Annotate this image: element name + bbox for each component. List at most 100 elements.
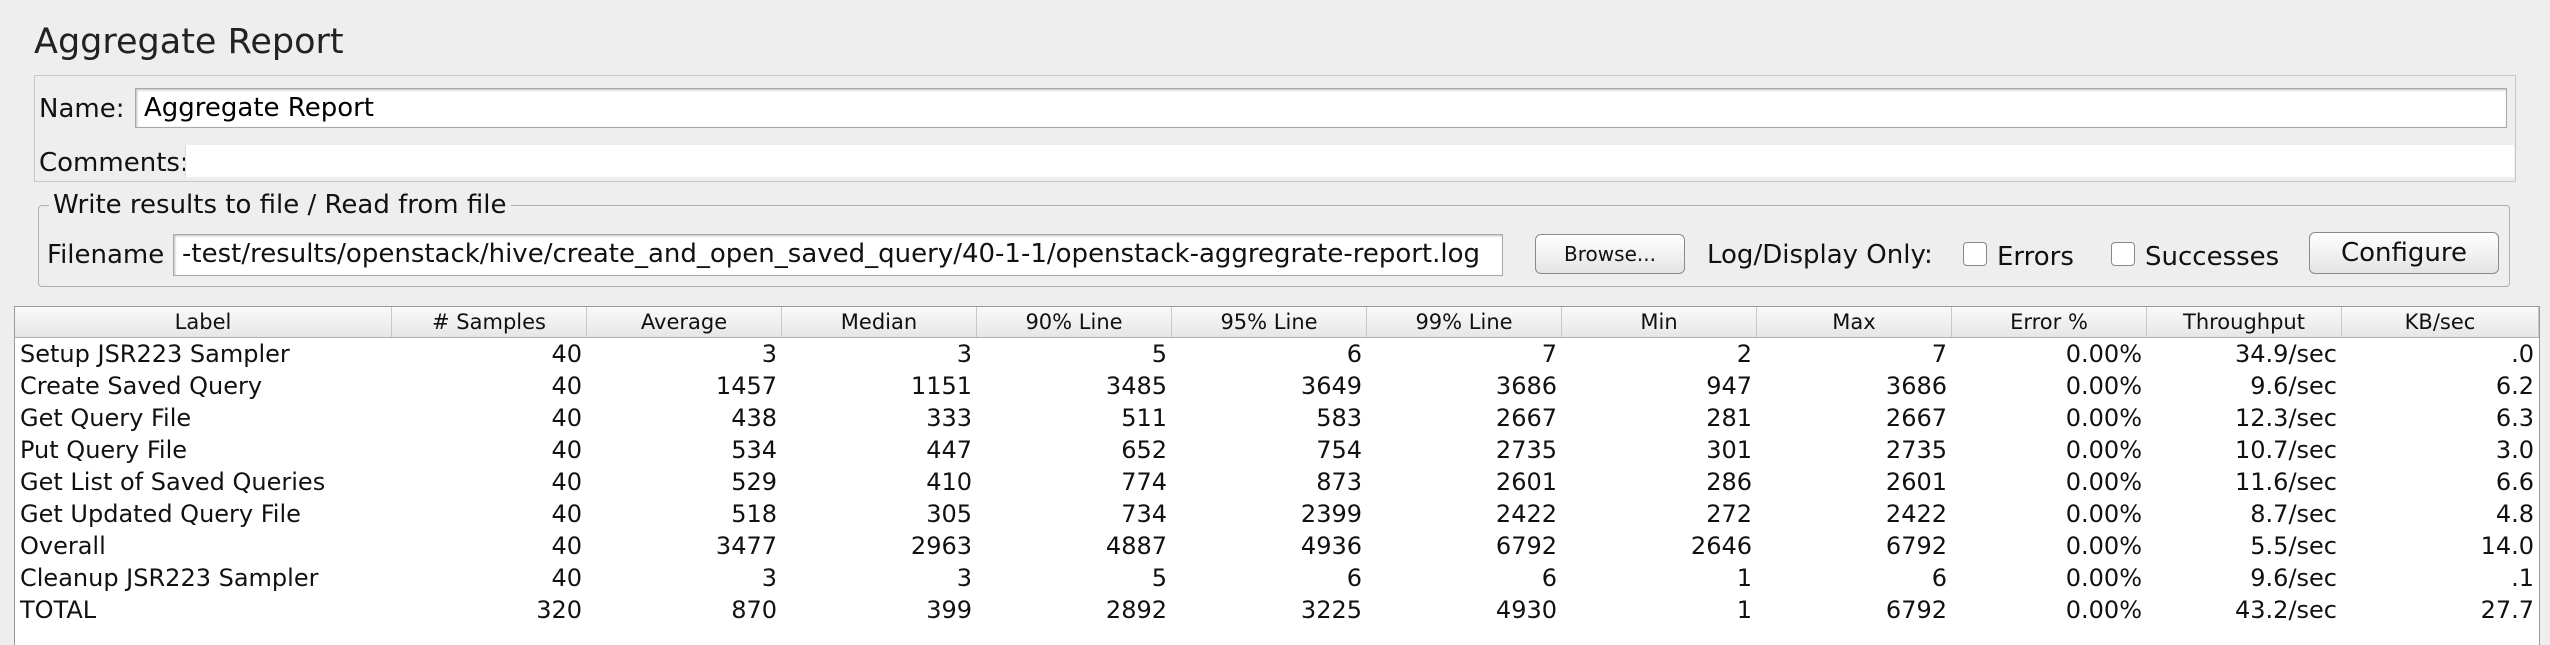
table-cell: 3477 <box>715 532 777 560</box>
row-label-cell: Get List of Saved Queries <box>20 468 326 496</box>
table-cell: 281 <box>1706 404 1752 432</box>
table-cell: 583 <box>1316 404 1362 432</box>
table-cell: 0.00% <box>2065 596 2142 624</box>
table-cell: 4.8 <box>2495 500 2534 528</box>
table-cell: 6.2 <box>2495 372 2534 400</box>
log-display-label: Log/Display Only: <box>1707 240 1933 270</box>
table-cell: 9.6/sec <box>2250 372 2337 400</box>
table-cell: 2735 <box>1885 436 1947 464</box>
table-cell: 754 <box>1316 436 1362 464</box>
table-cell: 40 <box>551 436 582 464</box>
table-cell: 40 <box>551 468 582 496</box>
table-cell: 6.6 <box>2495 468 2534 496</box>
column-header[interactable]: 90% Line <box>977 307 1172 337</box>
name-input[interactable] <box>135 88 2507 128</box>
row-label-cell: Setup JSR223 Sampler <box>20 340 290 368</box>
table-cell: 3649 <box>1300 372 1362 400</box>
column-header[interactable]: Label <box>15 307 392 337</box>
column-header[interactable]: # Samples <box>392 307 587 337</box>
column-header[interactable]: Median <box>782 307 977 337</box>
column-header[interactable]: 95% Line <box>1172 307 1367 337</box>
table-cell: 40 <box>551 340 582 368</box>
table-cell: 2601 <box>1495 468 1557 496</box>
table-row[interactable]: Put Query File 40 534 447 652 754 2735 301 2735 0… <box>15 434 2539 466</box>
table-header: Label # Samples Average Median 90% Line 95% L… <box>15 307 2539 338</box>
table-cell: 7 <box>1931 340 1947 368</box>
table-cell: 3686 <box>1885 372 1947 400</box>
row-label-cell: Overall <box>20 532 106 560</box>
table-row[interactable]: TOTAL 320 870 399 2892 3225 4930 1 6792 0.00% 43.2… <box>15 594 2539 626</box>
table-cell: 40 <box>551 500 582 528</box>
column-header[interactable]: Throughput <box>2147 307 2342 337</box>
table-cell: 320 <box>536 596 582 624</box>
table-cell: 0.00% <box>2065 532 2142 560</box>
column-header[interactable]: KB/sec <box>2342 307 2539 337</box>
table-cell: 2667 <box>1885 404 1947 432</box>
table-body: Setup JSR223 Sampler 40 3 3 5 6 7 2 7 0.00% 34.9/s… <box>15 338 2539 626</box>
table-cell: 3 <box>761 564 777 592</box>
table-cell: 2 <box>1736 340 1752 368</box>
table-cell: 2646 <box>1690 532 1752 560</box>
table-cell: 0.00% <box>2065 436 2142 464</box>
table-cell: 286 <box>1706 468 1752 496</box>
table-cell: 34.9/sec <box>2235 340 2337 368</box>
browse-button[interactable]: Browse... <box>1535 234 1685 274</box>
table-cell: 2422 <box>1885 500 1947 528</box>
column-header[interactable]: Min <box>1562 307 1757 337</box>
table-cell: 8.7/sec <box>2250 500 2337 528</box>
table-row[interactable]: Get List of Saved Queries 40 529 410 774 873 2… <box>15 466 2539 498</box>
table-cell: 0.00% <box>2065 404 2142 432</box>
column-header[interactable]: Max <box>1757 307 1952 337</box>
table-row[interactable]: Get Query File 40 438 333 511 583 2667 281 2667 0… <box>15 402 2539 434</box>
comments-input[interactable] <box>185 145 2514 177</box>
table-cell: 1 <box>1736 596 1752 624</box>
table-row[interactable]: Create Saved Query 40 1457 1151 3485 3649 3686… <box>15 370 2539 402</box>
table-cell: 529 <box>731 468 777 496</box>
table-cell: 6 <box>1541 564 1557 592</box>
name-comments-panel: Name: Comments: <box>34 75 2516 182</box>
table-cell: 534 <box>731 436 777 464</box>
table-cell: 1151 <box>910 372 972 400</box>
file-panel-legend: Write results to file / Read from file <box>49 190 511 220</box>
row-label-cell: Create Saved Query <box>20 372 263 400</box>
table-cell: 2667 <box>1495 404 1557 432</box>
column-header[interactable]: Average <box>587 307 782 337</box>
filename-label: Filename <box>47 240 165 270</box>
table-cell: 774 <box>1121 468 1167 496</box>
table-cell: 6 <box>1346 564 1362 592</box>
table-cell: 301 <box>1706 436 1752 464</box>
table-cell: 5 <box>1151 564 1167 592</box>
table-cell: 6.3 <box>2495 404 2534 432</box>
table-cell: .0 <box>2511 340 2534 368</box>
row-label-cell: Get Query File <box>20 404 192 432</box>
filename-input[interactable]: -test/results/openstack/hive/create_and_… <box>173 234 1503 276</box>
table-row[interactable]: Cleanup JSR223 Sampler 40 3 3 5 6 6 1 6 0.00% 9.6/… <box>15 562 2539 594</box>
name-row: Name: <box>35 84 2515 130</box>
table-row[interactable]: Setup JSR223 Sampler 40 3 3 5 6 7 2 7 0.00% 34.9/s… <box>15 338 2539 370</box>
aggregate-table: Label # Samples Average Median 90% Line 95% L… <box>14 306 2540 645</box>
table-cell: 4930 <box>1495 596 1557 624</box>
table-cell: 410 <box>926 468 972 496</box>
table-cell: 9.6/sec <box>2250 564 2337 592</box>
table-cell: 652 <box>1121 436 1167 464</box>
table-row[interactable]: Overall 40 3477 2963 4887 4936 6792 2646 6792 0.0… <box>15 530 2539 562</box>
table-cell: 11.6/sec <box>2235 468 2337 496</box>
table-cell: 0.00% <box>2065 564 2142 592</box>
table-cell: 1 <box>1736 564 1752 592</box>
table-cell: 734 <box>1121 500 1167 528</box>
table-cell: 6 <box>1346 340 1362 368</box>
column-header[interactable]: Error % <box>1952 307 2147 337</box>
table-cell: 272 <box>1706 500 1752 528</box>
successes-checkbox[interactable] <box>2111 242 2135 266</box>
table-cell: 40 <box>551 404 582 432</box>
table-row[interactable]: Get Updated Query File 40 518 305 734 2399 242… <box>15 498 2539 530</box>
table-cell: 518 <box>731 500 777 528</box>
column-header[interactable]: 99% Line <box>1367 307 1562 337</box>
configure-button[interactable]: Configure <box>2309 232 2499 274</box>
table-cell: 1457 <box>715 372 777 400</box>
table-cell: 10.7/sec <box>2235 436 2337 464</box>
errors-checkbox[interactable] <box>1963 242 1987 266</box>
table-cell: 2735 <box>1495 436 1557 464</box>
table-cell: 0.00% <box>2065 468 2142 496</box>
table-cell: 4887 <box>1105 532 1167 560</box>
